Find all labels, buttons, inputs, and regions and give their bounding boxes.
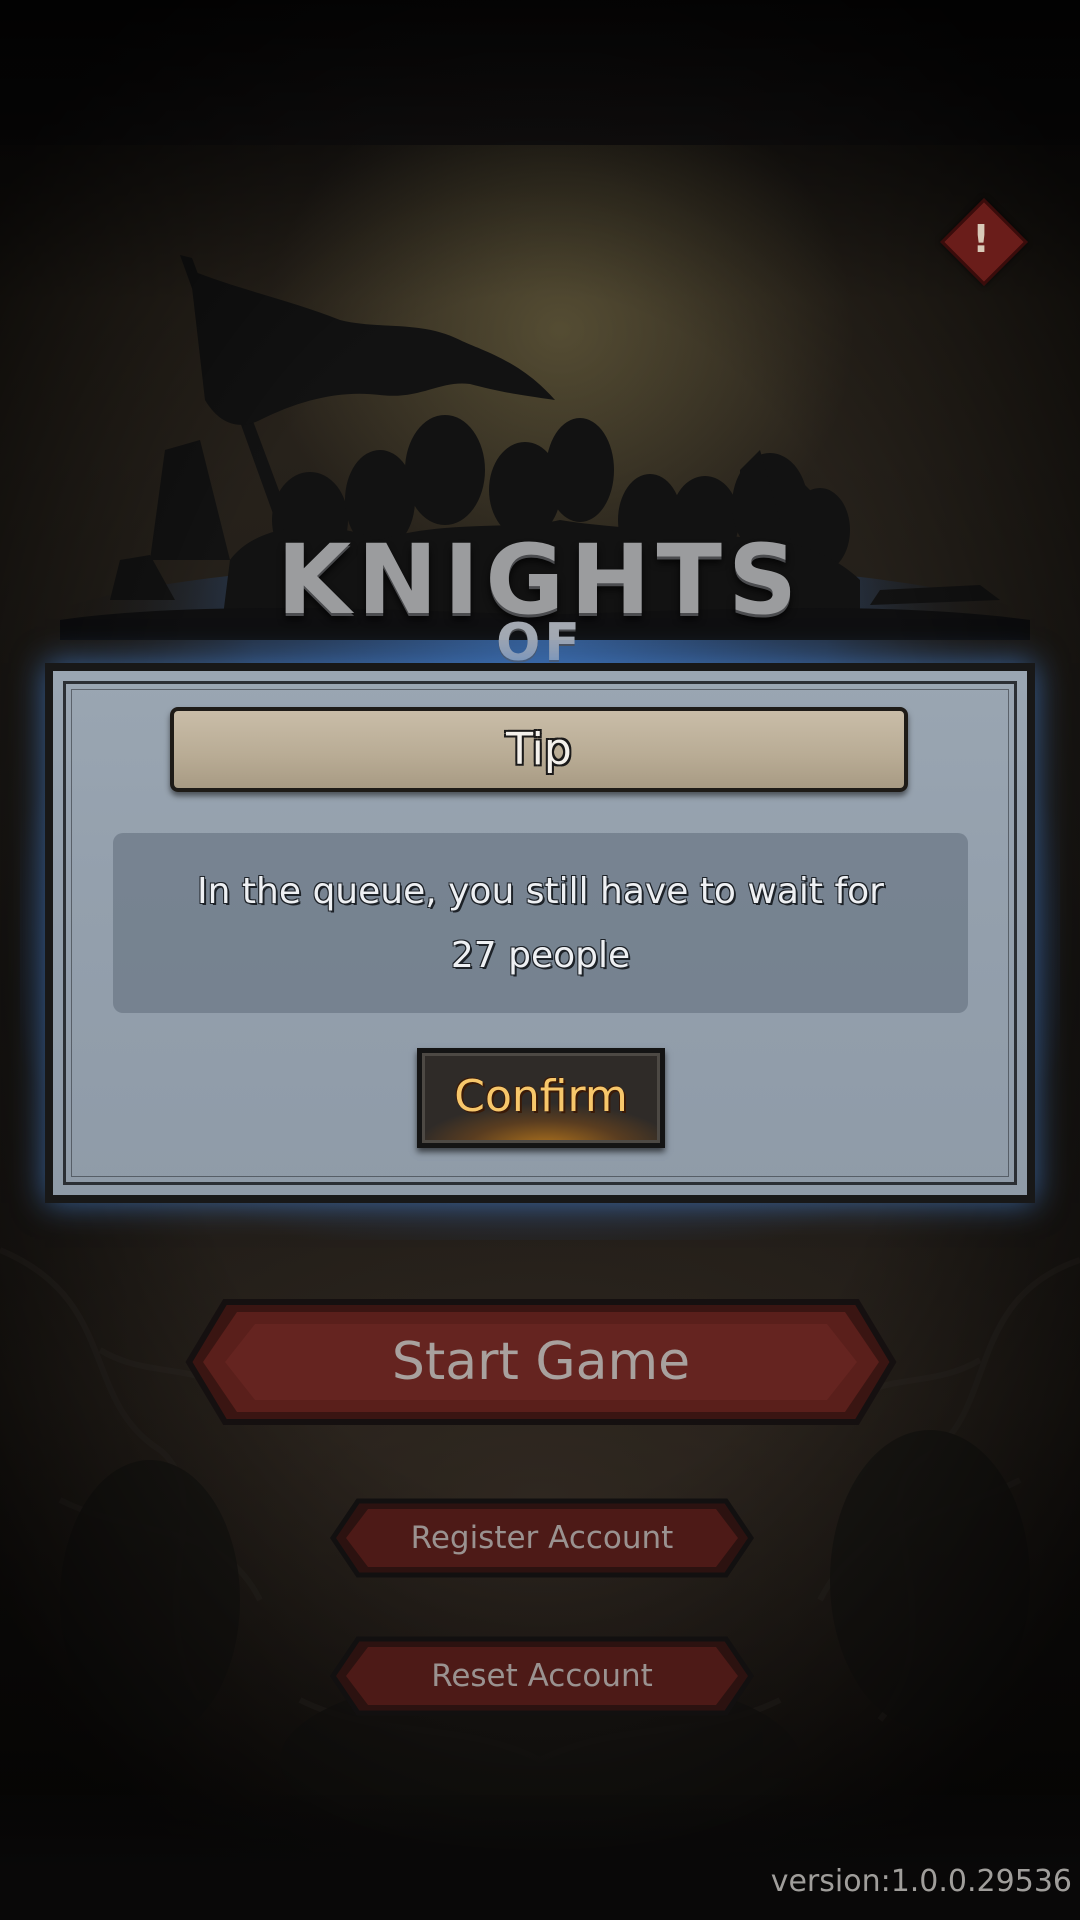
start-game-label: Start Game xyxy=(391,1332,691,1392)
reset-account-label: Reset Account xyxy=(431,1658,653,1694)
register-account-label: Register Account xyxy=(410,1520,674,1556)
dialog-message: In the queue, you still have to wait for… xyxy=(113,860,968,990)
dialog-message-line2: 27 people xyxy=(450,935,631,976)
notice-button[interactable]: ! xyxy=(940,198,1028,286)
version-label: version:1.0.0.29536 xyxy=(770,1864,1072,1899)
confirm-label: Confirm xyxy=(454,1071,628,1122)
register-account-button[interactable]: Register Account xyxy=(330,1498,754,1578)
start-game-button[interactable]: Start Game xyxy=(185,1298,897,1426)
exclamation-icon: ! xyxy=(972,217,990,261)
dialog-message-line1: In the queue, you still have to wait for xyxy=(197,871,884,912)
reset-account-button[interactable]: Reset Account xyxy=(330,1636,754,1716)
dialog-title: Tip xyxy=(506,724,572,775)
login-screen: { "logo": { "title": "KNIGHTS", "subtitl… xyxy=(0,0,1080,1920)
confirm-button[interactable]: Confirm xyxy=(417,1048,665,1148)
